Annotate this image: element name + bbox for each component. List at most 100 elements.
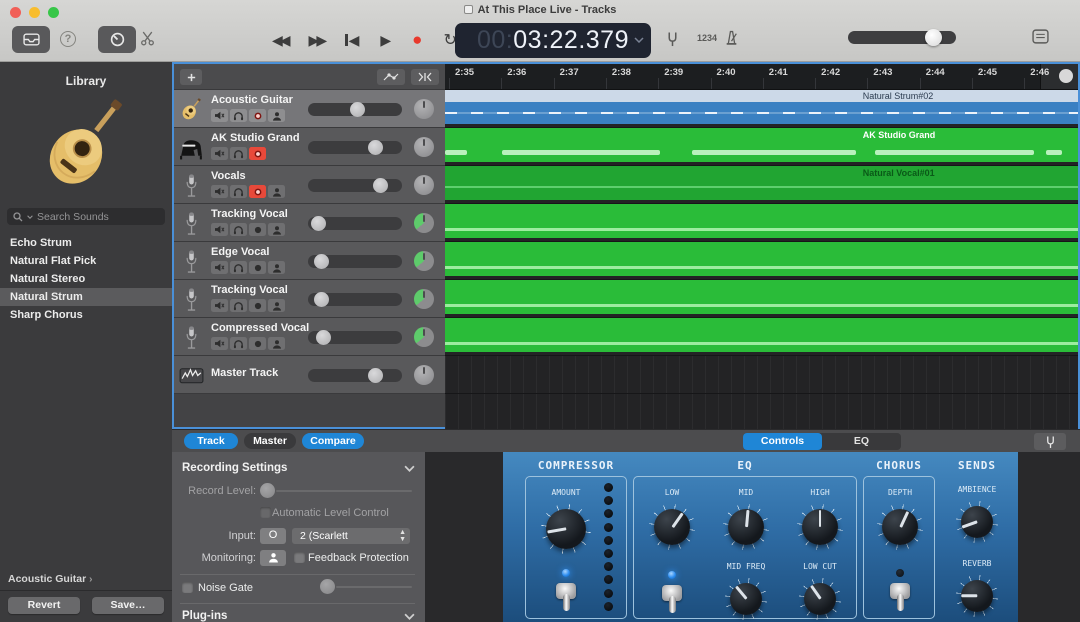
chorus-depth-knob[interactable] [877,504,923,550]
region-audio-green[interactable] [445,318,1078,352]
time-ruler[interactable]: 2:352:362:372:382:392:402:412:422:432:44… [445,64,1078,90]
eq-mid-knob[interactable] [723,504,769,550]
tab-track[interactable]: Track [184,433,238,449]
catch-playhead-button[interactable] [411,69,439,85]
track-header-4[interactable]: Tracking Vocal [174,204,445,242]
track-pan-knob[interactable] [414,327,434,347]
collapse-chevron-icon[interactable] [404,465,415,472]
track-volume-slider[interactable] [308,217,402,230]
track-header-8[interactable]: Master Track [174,356,445,394]
tuning-fork-button[interactable] [1034,433,1066,450]
volume-knob[interactable] [350,102,365,117]
track-input-button[interactable] [268,109,285,122]
track-mute-button[interactable] [211,109,228,122]
track-header-2[interactable]: AK Studio Grand [174,128,445,166]
track-volume-slider[interactable] [308,103,402,116]
tab-controls[interactable]: Controls [743,433,822,450]
track-pan-knob[interactable] [414,175,434,195]
track-mute-button[interactable] [211,147,228,160]
fast-forward-button[interactable]: ▶▶ [309,33,325,47]
lane-8[interactable] [445,356,1078,394]
lcd-display[interactable]: 00: 03:22.379 [455,23,651,58]
track-record-button[interactable] [249,223,266,236]
noise-gate-slider-track[interactable] [336,586,412,588]
tab-master[interactable]: Master [244,433,296,449]
automation-button[interactable] [377,69,405,85]
master-volume-slider[interactable] [848,31,956,44]
lcd-mode-button[interactable] [1032,29,1049,44]
track-record-button[interactable] [249,261,266,274]
track-input-button[interactable] [268,185,285,198]
feedback-protection-checkbox[interactable] [294,552,305,563]
noise-gate-slider-knob[interactable] [320,579,335,594]
track-record-button[interactable] [249,337,266,350]
track-solo-button[interactable] [230,261,247,274]
track-header-5[interactable]: Edge Vocal [174,242,445,280]
track-record-button[interactable] [249,109,266,122]
play-button[interactable]: ▶ [380,32,391,49]
track-solo-button[interactable] [230,299,247,312]
lane-5[interactable] [445,242,1078,280]
track-pan-knob[interactable] [414,213,434,233]
track-volume-slider[interactable] [308,369,402,382]
track-volume-slider[interactable] [308,293,402,306]
quick-help-button[interactable]: ? [60,31,76,47]
library-toggle-button[interactable] [12,26,50,53]
volume-knob[interactable] [314,254,329,269]
go-to-beginning-button[interactable]: ◀ [345,32,359,49]
region-audio-blue[interactable]: Natural Strum#02 [445,90,1078,124]
lane-1[interactable]: Natural Strum#02 [445,90,1078,128]
sends-reverb-knob[interactable] [956,575,998,617]
track-volume-slider[interactable] [308,141,402,154]
compressor-switch[interactable] [554,583,578,613]
track-volume-slider[interactable] [308,255,402,268]
region-midi-green[interactable]: AK Studio Grand [445,128,1078,162]
region-audio-green[interactable]: Natural Vocal#01 [445,166,1078,200]
track-pan-knob[interactable] [414,365,434,385]
track-mute-button[interactable] [211,299,228,312]
count-in-button[interactable]: 1234 [697,33,717,43]
track-header-1[interactable]: Acoustic Guitar [174,90,445,128]
eq-low-knob[interactable] [649,504,695,550]
track-header-6[interactable]: Tracking Vocal [174,280,445,318]
track-pan-knob[interactable] [414,99,434,119]
track-header-7[interactable]: Compressed Vocal [174,318,445,356]
add-track-button[interactable] [180,69,202,85]
lane-7[interactable] [445,318,1078,356]
collapse-chevron-icon[interactable] [404,613,415,620]
input-monitoring-button[interactable] [260,550,286,566]
tab-eq[interactable]: EQ [822,433,901,450]
chevron-down-icon[interactable] [634,37,644,43]
volume-knob[interactable] [368,368,383,383]
track-record-button[interactable] [249,185,266,198]
rewind-button[interactable]: ◀◀ [272,33,288,47]
lane-4[interactable] [445,204,1078,242]
input-source-select[interactable]: 2 (Scarlett ▲▼ [292,528,410,544]
volume-knob[interactable] [316,330,331,345]
eq-lowcut-knob[interactable] [799,578,841,620]
metronome-button[interactable] [724,30,739,46]
volume-knob[interactable] [368,140,383,155]
track-mute-button[interactable] [211,185,228,198]
track-solo-button[interactable] [230,147,247,160]
stepper-icon[interactable]: ▲▼ [399,529,406,543]
track-solo-button[interactable] [230,185,247,198]
track-mute-button[interactable] [211,337,228,350]
track-input-button[interactable] [268,261,285,274]
revert-button[interactable]: Revert [8,597,80,614]
track-mute-button[interactable] [211,223,228,236]
chorus-switch[interactable] [888,583,912,613]
track-record-button[interactable] [249,299,266,312]
library-item-sharp-chorus[interactable]: Sharp Chorus [0,306,172,324]
track-input-button[interactable] [268,223,285,236]
region-audio-green[interactable] [445,204,1078,238]
sends-ambience-knob[interactable] [956,501,998,543]
eq-high-knob[interactable] [797,504,843,550]
lane-3[interactable]: Natural Vocal#01 [445,166,1078,204]
track-mute-button[interactable] [211,261,228,274]
track-volume-slider[interactable] [308,179,402,192]
library-item-natural-strum[interactable]: Natural Strum [0,288,172,306]
amount-knob[interactable] [541,504,591,554]
library-item-natural-flat-pick[interactable]: Natural Flat Pick [0,252,172,270]
volume-knob[interactable] [373,178,388,193]
